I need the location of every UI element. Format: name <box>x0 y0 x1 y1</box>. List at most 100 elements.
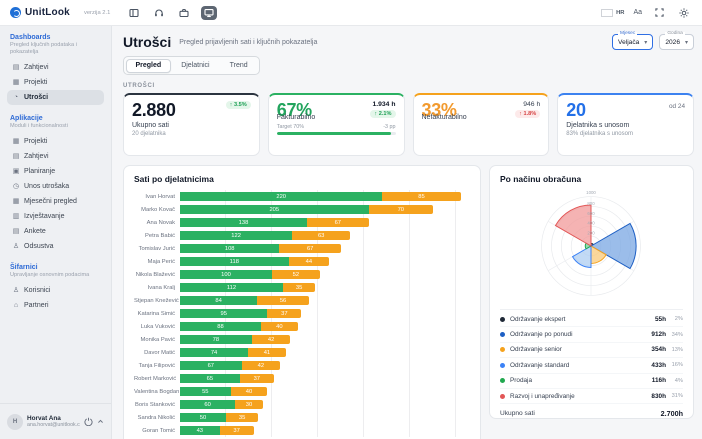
bar-segment-fakturabilno[interactable]: 88 <box>180 321 261 332</box>
sidebar-item-utro-ci[interactable]: ◔ Utrošci <box>7 89 104 105</box>
month-select[interactable]: Mjesec Veljača ▾ <box>612 30 654 50</box>
logout-power-icon[interactable] <box>84 417 93 426</box>
sidebar-item-mjese-ni-pregled[interactable]: ▦ Mjesečni pregled <box>7 194 104 209</box>
bar-segment-nefakturabilno[interactable]: 37 <box>267 308 302 319</box>
polar-chart: 200 400 600 800 1000 <box>500 186 683 306</box>
sidebar-item-unos-utro-aka[interactable]: ◷ Unos utrošaka <box>7 179 104 194</box>
fullscreen-icon[interactable] <box>651 6 667 20</box>
legend-label: Održavanje po ponudi <box>510 331 573 339</box>
legend-percent: 2% <box>674 316 683 323</box>
sidebar-item-planiranje[interactable]: ▣ Planiranje <box>7 164 104 179</box>
bar-row: Ivan Horvat 220 85 <box>134 190 470 203</box>
bar-plot: 43 37 <box>180 424 470 437</box>
sidebar-item-izvje-tavanje[interactable]: ▥ Izvještavanje <box>7 209 104 224</box>
bar-segment-fakturabilno[interactable]: 112 <box>180 282 283 293</box>
bar-segment-nefakturabilno[interactable]: 37 <box>239 373 274 384</box>
bar-segment-fakturabilno[interactable]: 67 <box>180 360 242 371</box>
bar-segment-fakturabilno[interactable]: 43 <box>180 425 220 436</box>
sidebar-item-projekti[interactable]: ▦ Projekti <box>7 134 104 149</box>
calendar-icon: ▣ <box>12 168 20 176</box>
year-select[interactable]: Godina 2026 ▾ <box>659 31 694 50</box>
bar-row: Goran Tomić 43 37 <box>134 424 470 437</box>
sidebar-toggle-icon[interactable] <box>126 6 142 20</box>
bar-segment-nefakturabilno[interactable]: 56 <box>257 295 309 306</box>
chevron-down-icon: ▾ <box>644 39 648 46</box>
bar-segment-fakturabilno[interactable]: 220 <box>180 191 383 202</box>
bar-segment-fakturabilno[interactable]: 108 <box>180 243 280 254</box>
bar-segment-nefakturabilno[interactable]: 35 <box>226 412 259 423</box>
headset-icon[interactable] <box>151 6 167 20</box>
bar-segment-nefakturabilno[interactable]: 67 <box>307 217 369 228</box>
bar-segment-fakturabilno[interactable]: 55 <box>180 386 231 397</box>
theme-sun-icon[interactable] <box>676 6 692 20</box>
total-value: 2.700h <box>660 409 683 419</box>
legend-row-odr-avanje-standard[interactable]: Održavanje standard 433h 16% <box>500 358 683 374</box>
language-switcher[interactable]: HR <box>601 8 624 17</box>
employee-label: Katarina Šimić <box>137 310 175 317</box>
bar-row: Sandra Nikolić 50 35 <box>134 411 470 424</box>
legend-label: Održavanje senior <box>510 346 562 354</box>
bar-segment-fakturabilno[interactable]: 122 <box>180 230 293 241</box>
bar-segment-fakturabilno[interactable]: 65 <box>180 373 240 384</box>
tab-pregled[interactable]: Pregled <box>125 58 172 73</box>
bar-plot: 84 56 <box>180 294 470 307</box>
bar-chart-rows: Ivan Horvat 220 85 Marko Kovač 205 70 An… <box>134 190 470 437</box>
legend-row-razvoj-i-unapre-ivanje[interactable]: Razvoj i unapređivanje 830h 31% <box>500 389 683 405</box>
tab-trend[interactable]: Trend <box>220 59 258 73</box>
sidebar-item-zahtjevi[interactable]: ▤ Zahtjevi <box>7 149 104 164</box>
kpi-section-label: UTROŠCI <box>123 83 155 89</box>
bar-segment-fakturabilno[interactable]: 205 <box>180 204 369 215</box>
bar-segment-nefakturabilno[interactable]: 30 <box>235 399 263 410</box>
legend-hours: 830h <box>651 392 666 400</box>
sidebar-item-partneri[interactable]: ⌂ Partneri <box>7 298 104 313</box>
legend-row-odr-avanje-po-ponudi[interactable]: Održavanje po ponudi 912h 34% <box>500 327 683 343</box>
sidebar-section-subtitle: Upravljanje osnovnim podacima <box>10 271 90 278</box>
bar-segment-fakturabilno[interactable]: 50 <box>180 412 226 423</box>
bar-plot: 88 40 <box>180 320 470 333</box>
bar-segment-nefakturabilno[interactable]: 63 <box>292 230 351 241</box>
bar-segment-fakturabilno[interactable]: 100 <box>180 269 272 280</box>
employee-label: Petra Babić <box>145 232 175 239</box>
sidebar-item-zahtjevi[interactable]: ▤ Zahtjevi <box>7 60 104 75</box>
bar-segment-fakturabilno[interactable]: 78 <box>180 334 252 345</box>
bar-segment-nefakturabilno[interactable]: 40 <box>230 386 268 397</box>
sidebar-item-odsustva[interactable]: ♙ Odsustva <box>7 239 104 254</box>
bar-segment-nefakturabilno[interactable]: 41 <box>248 347 286 358</box>
bar-segment-fakturabilno[interactable]: 60 <box>180 399 236 410</box>
legend-dot-icon <box>500 393 505 399</box>
bar-plot: 100 52 <box>180 268 470 281</box>
bar-segment-nefakturabilno[interactable]: 67 <box>279 243 341 254</box>
polar-sector-razvoj-i-unapre-ivanje[interactable] <box>554 204 592 247</box>
bar-segment-nefakturabilno[interactable]: 44 <box>288 256 330 267</box>
page-title: Utrošci <box>123 34 172 50</box>
sidebar-item-projekti[interactable]: ▦ Projekti <box>7 75 104 90</box>
legend-row-prodaja[interactable]: Prodaja 116h 4% <box>500 374 683 389</box>
tab-djelatnici[interactable]: Djelatnici <box>171 59 219 73</box>
bar-segment-nefakturabilno[interactable]: 70 <box>368 204 433 215</box>
bar-row: Luka Vuković 88 40 <box>134 320 470 333</box>
bar-row: Tanja Filipović 67 42 <box>134 359 470 372</box>
bar-segment-fakturabilno[interactable]: 95 <box>180 308 268 319</box>
bar-segment-fakturabilno[interactable]: 118 <box>180 256 289 267</box>
collapse-chevron-icon[interactable] <box>97 418 104 425</box>
bar-segment-fakturabilno[interactable]: 138 <box>180 217 307 228</box>
legend-row-odr-avanje-ekspert[interactable]: Održavanje ekspert 55h 2% <box>500 312 683 328</box>
briefcase-icon[interactable] <box>176 6 192 20</box>
bar-segment-nefakturabilno[interactable]: 40 <box>261 321 298 332</box>
bar-segment-nefakturabilno[interactable]: 35 <box>283 282 316 293</box>
bar-segment-nefakturabilno[interactable]: 85 <box>382 191 461 202</box>
bar-segment-fakturabilno[interactable]: 84 <box>180 295 258 306</box>
month-select-label: Mjesec <box>618 30 638 37</box>
sidebar-item-korisnici[interactable]: ♙ Korisnici <box>7 283 104 298</box>
bar-segment-nefakturabilno[interactable]: 42 <box>241 360 281 371</box>
dashboard-monitor-icon[interactable] <box>201 5 218 20</box>
bar-segment-nefakturabilno[interactable]: 52 <box>272 269 320 280</box>
legend-row-odr-avanje-senior[interactable]: Održavanje senior 354h 13% <box>500 343 683 359</box>
text-size-icon[interactable]: Aa <box>633 9 642 16</box>
sidebar-item-ankete[interactable]: ▤ Ankete <box>7 224 104 239</box>
legend-label: Razvoj i unapređivanje <box>510 392 575 400</box>
bar-segment-nefakturabilno[interactable]: 37 <box>219 425 254 436</box>
bar-segment-nefakturabilno[interactable]: 42 <box>251 334 291 345</box>
bar-row: Ana Novak 138 67 <box>134 216 470 229</box>
bar-segment-fakturabilno[interactable]: 74 <box>180 347 249 358</box>
